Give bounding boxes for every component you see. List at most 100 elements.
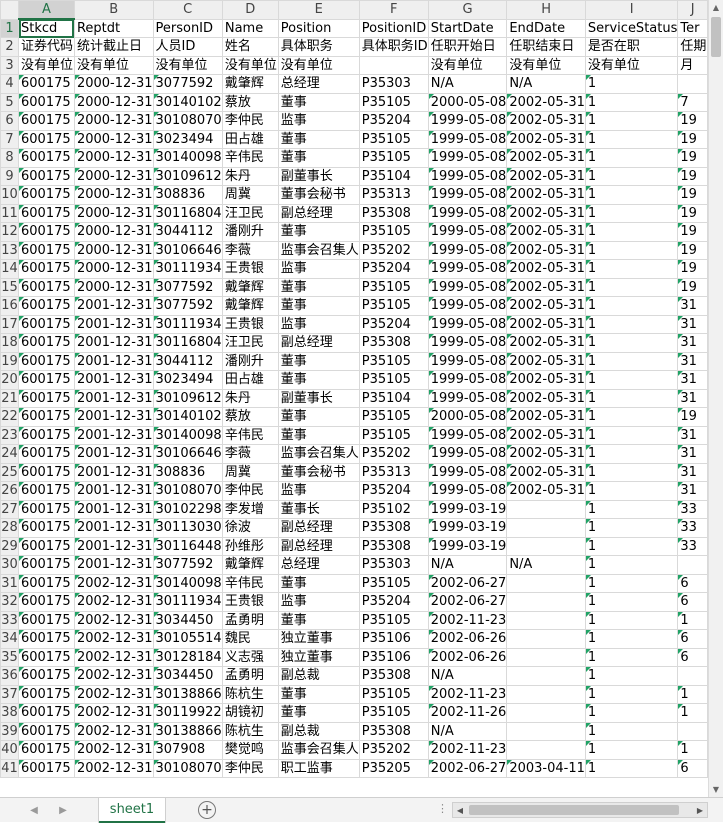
cell-i9[interactable]: 1 [584, 166, 679, 186]
cell-c1[interactable]: PersonID [152, 18, 223, 38]
cell-f8[interactable]: P35105 [358, 148, 429, 168]
cell-d9[interactable]: 朱丹 [221, 166, 279, 186]
column-header-f[interactable]: F [358, 0, 429, 20]
cell-a3[interactable]: 没有单位 [18, 55, 75, 75]
cell-j26[interactable]: 31 [677, 481, 708, 501]
cell-e37[interactable]: 董事 [277, 684, 360, 704]
cell-e8[interactable]: 董事 [277, 148, 360, 168]
cell-d20[interactable]: 田占雄 [221, 370, 279, 390]
cell-a28[interactable]: 600175 [18, 518, 75, 538]
cell-j5[interactable]: 7 [677, 92, 708, 112]
cell-j41[interactable]: 6 [677, 758, 708, 778]
cell-a16[interactable]: 600175 [18, 296, 75, 316]
cell-h33[interactable] [506, 610, 586, 630]
cell-h26[interactable]: 2002-05-31 [506, 481, 586, 501]
cell-h8[interactable]: 2002-05-31 [506, 148, 586, 168]
cell-i40[interactable]: 1 [584, 740, 679, 760]
row-header[interactable]: 22 [0, 407, 20, 427]
cell-i15[interactable]: 1 [584, 277, 679, 297]
cell-b7[interactable]: 2000-12-31 [73, 129, 154, 149]
cell-h31[interactable] [506, 573, 586, 593]
cell-b22[interactable]: 2001-12-31 [73, 407, 154, 427]
cell-h9[interactable]: 2002-05-31 [506, 166, 586, 186]
row-header[interactable]: 16 [0, 296, 20, 316]
cell-h21[interactable]: 2002-05-31 [506, 388, 586, 408]
cell-i39[interactable]: 1 [584, 721, 679, 741]
cell-e5[interactable]: 董事 [277, 92, 360, 112]
cell-f2[interactable]: 具体职务ID [358, 37, 429, 57]
cell-a17[interactable]: 600175 [18, 314, 75, 334]
cell-g2[interactable]: 任职开始日 [427, 37, 508, 57]
cell-g21[interactable]: 1999-05-08 [427, 388, 508, 408]
cell-d12[interactable]: 潘刚升 [221, 222, 279, 242]
cell-f21[interactable]: P35104 [358, 388, 429, 408]
cell-e6[interactable]: 监事 [277, 111, 360, 131]
row-header[interactable]: 41 [0, 758, 20, 778]
cell-j16[interactable]: 31 [677, 296, 708, 316]
cell-b12[interactable]: 2000-12-31 [73, 222, 154, 242]
row-header[interactable]: 24 [0, 444, 20, 464]
cell-d4[interactable]: 戴肇辉 [221, 74, 279, 94]
cell-d36[interactable]: 孟勇明 [221, 666, 279, 686]
cell-g6[interactable]: 1999-05-08 [427, 111, 508, 131]
cell-f18[interactable]: P35308 [358, 333, 429, 353]
select-all-corner[interactable] [0, 0, 20, 20]
cell-h1[interactable]: EndDate [506, 18, 586, 38]
cell-g30[interactable]: N/A [427, 555, 508, 575]
cell-j18[interactable]: 31 [677, 333, 708, 353]
scroll-left-icon[interactable]: ◀ [453, 803, 467, 817]
row-header[interactable]: 28 [0, 518, 20, 538]
cell-i24[interactable]: 1 [584, 444, 679, 464]
cell-a21[interactable]: 600175 [18, 388, 75, 408]
cell-c33[interactable]: 3034450 [152, 610, 223, 630]
cell-h14[interactable]: 2002-05-31 [506, 259, 586, 279]
cell-a15[interactable]: 600175 [18, 277, 75, 297]
cell-c11[interactable]: 30116804 [152, 203, 223, 223]
cell-c35[interactable]: 30128184 [152, 647, 223, 667]
cell-f34[interactable]: P35106 [358, 629, 429, 649]
cell-j11[interactable]: 19 [677, 203, 708, 223]
cell-c29[interactable]: 30116448 [152, 536, 223, 556]
cell-a27[interactable]: 600175 [18, 499, 75, 519]
cell-h25[interactable]: 2002-05-31 [506, 462, 586, 482]
cell-f17[interactable]: P35204 [358, 314, 429, 334]
cell-e20[interactable]: 董事 [277, 370, 360, 390]
cell-i7[interactable]: 1 [584, 129, 679, 149]
cell-b41[interactable]: 2002-12-31 [73, 758, 154, 778]
cell-a37[interactable]: 600175 [18, 684, 75, 704]
cell-f40[interactable]: P35202 [358, 740, 429, 760]
cell-e13[interactable]: 监事会召集人 [277, 240, 360, 260]
row-header[interactable]: 3 [0, 55, 20, 75]
cell-i5[interactable]: 1 [584, 92, 679, 112]
cell-d14[interactable]: 王贵银 [221, 259, 279, 279]
cell-j30[interactable] [677, 555, 708, 575]
cell-c37[interactable]: 30138866 [152, 684, 223, 704]
row-header[interactable]: 25 [0, 462, 20, 482]
cell-b34[interactable]: 2002-12-31 [73, 629, 154, 649]
cell-g28[interactable]: 1999-03-19 [427, 518, 508, 538]
row-header[interactable]: 26 [0, 481, 20, 501]
cell-e39[interactable]: 副总裁 [277, 721, 360, 741]
cell-i31[interactable]: 1 [584, 573, 679, 593]
cell-c24[interactable]: 30106646 [152, 444, 223, 464]
cell-a41[interactable]: 600175 [18, 758, 75, 778]
cell-c10[interactable]: 308836 [152, 185, 223, 205]
cell-i23[interactable]: 1 [584, 425, 679, 445]
cell-g18[interactable]: 1999-05-08 [427, 333, 508, 353]
row-header[interactable]: 38 [0, 703, 20, 723]
cell-i13[interactable]: 1 [584, 240, 679, 260]
cell-h41[interactable]: 2003-04-11 [506, 758, 586, 778]
cell-g10[interactable]: 1999-05-08 [427, 185, 508, 205]
cell-f33[interactable]: P35105 [358, 610, 429, 630]
cell-a2[interactable]: 证券代码 [18, 37, 75, 57]
vertical-scroll-thumb[interactable] [711, 17, 721, 57]
cell-g35[interactable]: 2002-06-26 [427, 647, 508, 667]
cell-b40[interactable]: 2002-12-31 [73, 740, 154, 760]
cell-b14[interactable]: 2000-12-31 [73, 259, 154, 279]
cell-c13[interactable]: 30106646 [152, 240, 223, 260]
cell-g19[interactable]: 1999-05-08 [427, 351, 508, 371]
cell-c18[interactable]: 30116804 [152, 333, 223, 353]
cell-a13[interactable]: 600175 [18, 240, 75, 260]
cell-j13[interactable]: 19 [677, 240, 708, 260]
cell-c30[interactable]: 3077592 [152, 555, 223, 575]
